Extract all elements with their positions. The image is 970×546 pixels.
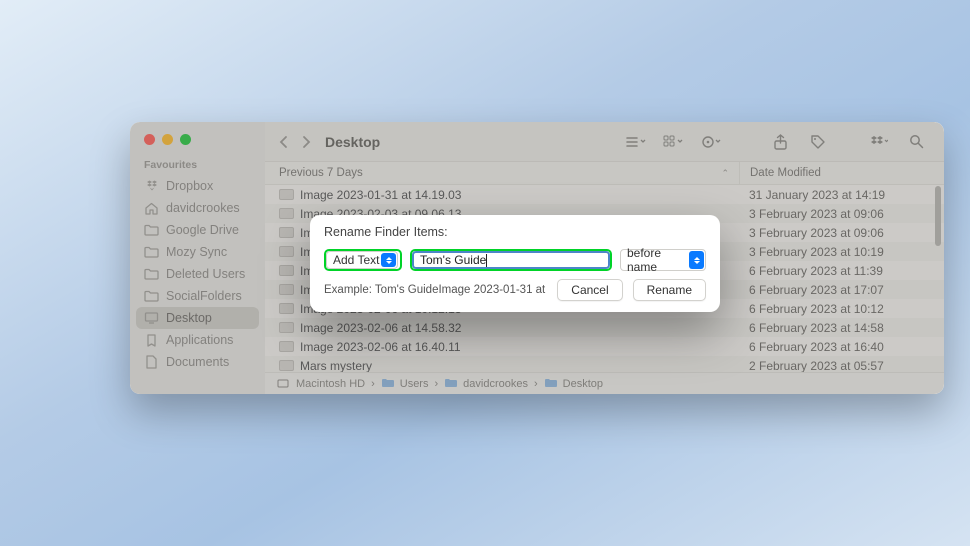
rename-dialog: Rename Finder Items: Add Text Tom's Guid…: [310, 215, 720, 312]
rename-button[interactable]: Rename: [633, 279, 706, 301]
text-cursor: [486, 254, 487, 267]
rename-position-select[interactable]: before name: [620, 249, 706, 271]
rename-example-label: Example: Tom's GuideImage 2023-01-31 at …: [324, 284, 547, 296]
rename-mode-select[interactable]: Add Text: [324, 249, 402, 271]
rename-text-input[interactable]: Tom's Guide: [410, 249, 612, 271]
dropdown-arrows-icon: [381, 253, 396, 267]
dropdown-arrows-icon: [689, 251, 704, 269]
rename-text-value: Tom's Guide: [420, 253, 486, 267]
rename-position-value: before name: [627, 246, 687, 274]
rename-mode-value: Add Text: [333, 253, 379, 267]
dialog-title: Rename Finder Items:: [324, 225, 706, 239]
cancel-button[interactable]: Cancel: [557, 279, 622, 301]
